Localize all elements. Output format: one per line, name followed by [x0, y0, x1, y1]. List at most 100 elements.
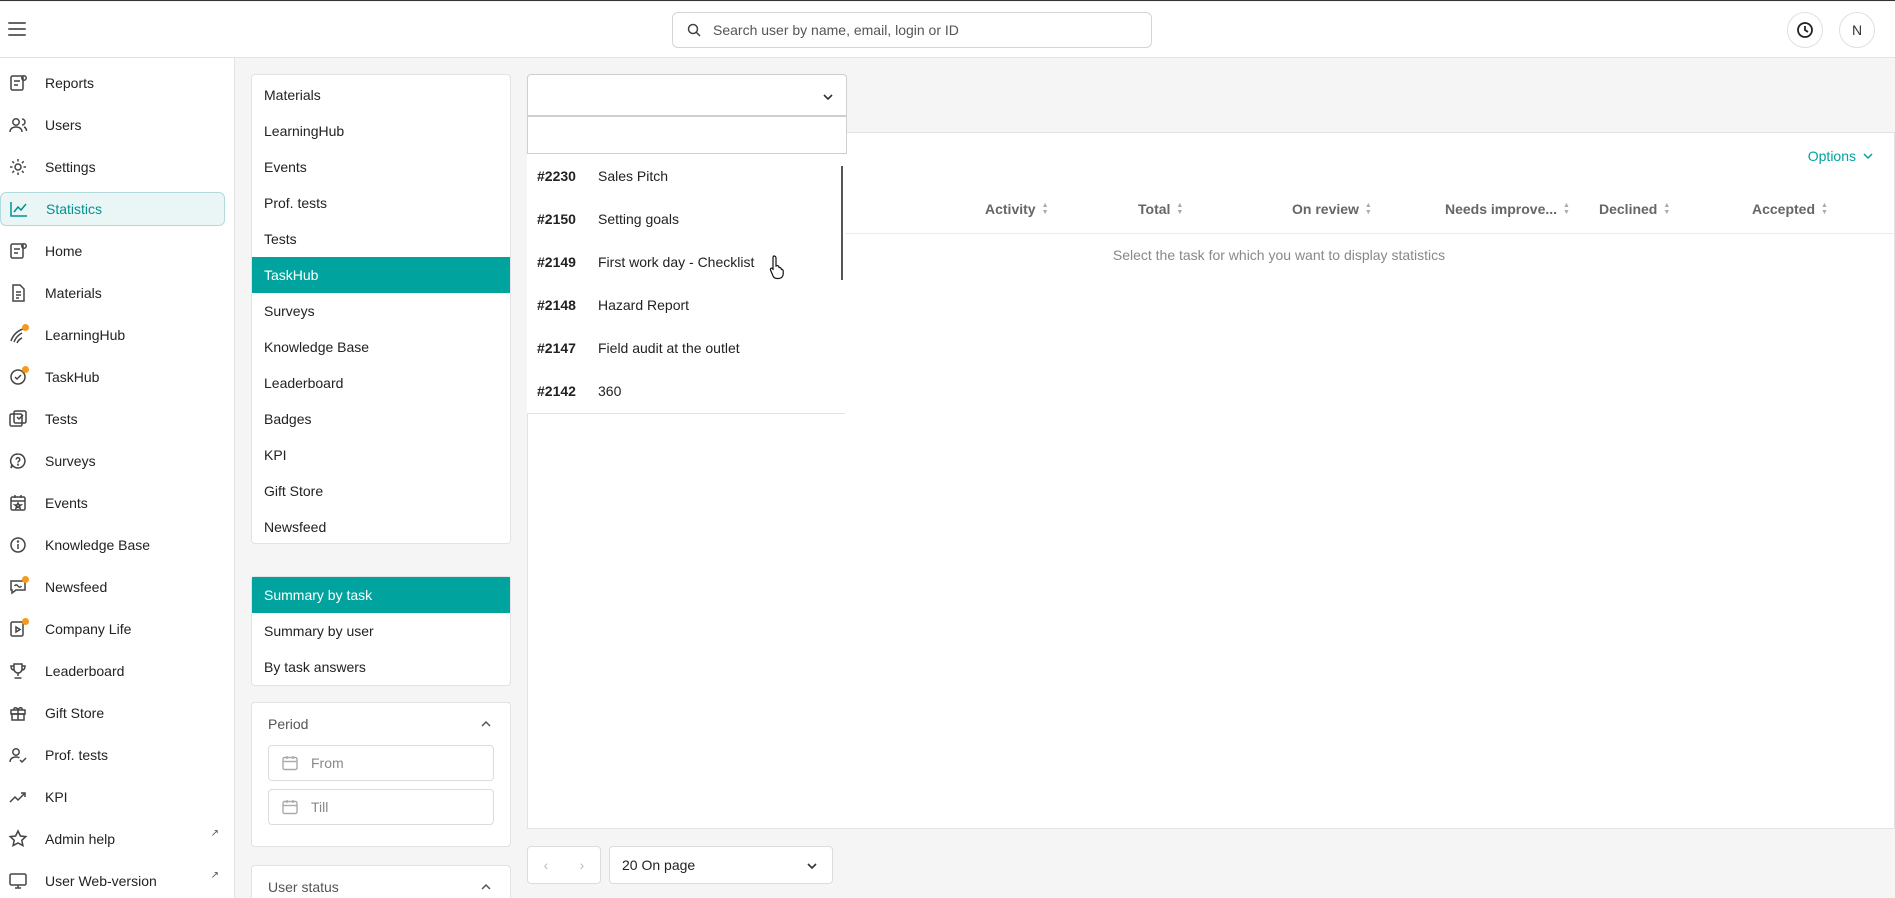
task-option[interactable]: #2150 Setting goals: [527, 197, 845, 240]
history-button[interactable]: [1787, 12, 1823, 48]
sidebar-item-materials[interactable]: Materials: [0, 276, 225, 310]
sort-icon: ▲ ▼: [1041, 202, 1049, 216]
sidebar-item-leaderboard[interactable]: Leaderboard: [0, 654, 225, 688]
sidebar-item-tests[interactable]: Tests: [0, 402, 225, 436]
sort-icon: ▲ ▼: [1563, 202, 1570, 216]
column-header-declined[interactable]: Declined ▲ ▼: [1599, 201, 1670, 217]
task-option[interactable]: #2149 First work day - Checklist: [527, 240, 845, 283]
task-option-name: First work day - Checklist: [598, 253, 755, 270]
sidebar-item-label: Statistics: [46, 201, 103, 217]
company-life-icon: [8, 618, 29, 639]
sidebar-item-label: Tests: [45, 411, 78, 427]
sidebar: Reports Users Settings Statistics Home Materi…: [0, 58, 235, 898]
sidebar-item-label: Events: [45, 495, 88, 511]
column-header-label: Activity: [985, 201, 1036, 217]
date-from-field[interactable]: From: [268, 745, 494, 781]
search-input[interactable]: [713, 22, 1133, 38]
task-option[interactable]: #2230 Sales Pitch: [527, 154, 845, 197]
info-icon: [8, 535, 28, 555]
chevron-up-icon: [481, 883, 491, 890]
sidebar-item-prof-tests[interactable]: Prof. tests: [0, 738, 225, 772]
section-item-newsfeed[interactable]: Newsfeed: [252, 509, 510, 545]
task-select[interactable]: [527, 74, 847, 116]
sidebar-item-label: Company Life: [45, 621, 132, 637]
users-icon: [8, 115, 28, 135]
chevron-down-icon: [1863, 153, 1873, 160]
sidebar-item-surveys[interactable]: Surveys: [0, 444, 225, 478]
view-list: Summary by task Summary by user By task an…: [251, 576, 511, 686]
dropdown-scrollbar[interactable]: [841, 166, 843, 280]
sidebar-item-admin-help[interactable]: Admin help ↗: [0, 822, 225, 856]
sidebar-item-home[interactable]: Home: [0, 234, 225, 268]
view-item-summary-by-user[interactable]: Summary by user: [252, 613, 510, 649]
column-header-needs-improve[interactable]: Needs improve... ▲ ▼: [1445, 201, 1570, 217]
user-status-filter: User status: [251, 865, 511, 898]
section-item-kpi[interactable]: KPI: [252, 437, 510, 473]
sidebar-item-label: Gift Store: [45, 705, 105, 721]
sidebar-item-newsfeed[interactable]: Newsfeed: [0, 570, 225, 604]
sort-icon: ▲ ▼: [1176, 202, 1184, 216]
section-item-events[interactable]: Events: [252, 149, 510, 185]
view-item-by-task-answers[interactable]: By task answers: [252, 649, 510, 685]
sidebar-item-kpi[interactable]: KPI: [0, 780, 225, 814]
task-option-id: #2149: [537, 253, 576, 270]
notification-dot: [22, 618, 29, 625]
per-page-value: 20 On page: [622, 857, 696, 873]
user-status-header[interactable]: User status: [252, 866, 510, 898]
sidebar-item-label: Materials: [45, 285, 102, 301]
column-header-on-review[interactable]: On review ▲ ▼: [1292, 201, 1372, 217]
section-item-gift-store[interactable]: Gift Store: [252, 473, 510, 509]
next-page-icon[interactable]: ›: [580, 857, 585, 873]
section-item-prof-tests[interactable]: Prof. tests: [252, 185, 510, 221]
notification-dot: [22, 576, 29, 583]
survey-icon: [8, 451, 28, 471]
column-header-accepted[interactable]: Accepted ▲ ▼: [1752, 201, 1828, 217]
sidebar-item-user-web-version[interactable]: User Web-version ↗: [0, 864, 225, 898]
options-button[interactable]: Options: [1808, 148, 1874, 164]
trophy-icon: [8, 661, 28, 681]
sidebar-item-label: Reports: [45, 75, 95, 91]
section-item-leaderboard[interactable]: Leaderboard: [252, 365, 510, 401]
sidebar-item-gift-store[interactable]: Gift Store: [0, 696, 225, 730]
date-till-placeholder: Till: [311, 799, 329, 815]
per-page-select[interactable]: 20 On page: [609, 846, 833, 884]
section-item-tests[interactable]: Tests: [252, 221, 510, 257]
section-item-taskhub[interactable]: TaskHub: [252, 257, 510, 293]
avatar[interactable]: N: [1839, 12, 1875, 48]
newsfeed-icon: [8, 576, 29, 597]
section-item-surveys[interactable]: Surveys: [252, 293, 510, 329]
user-search[interactable]: [672, 12, 1152, 48]
hamburger-menu-icon[interactable]: [8, 18, 28, 42]
task-option[interactable]: #2142 360: [527, 369, 845, 412]
sidebar-item-label: TaskHub: [45, 369, 100, 385]
sidebar-item-settings[interactable]: Settings: [0, 150, 225, 184]
view-item-summary-by-task[interactable]: Summary by task: [252, 577, 510, 613]
sidebar-item-taskhub[interactable]: TaskHub: [0, 360, 225, 394]
sidebar-item-company-life[interactable]: Company Life: [0, 612, 225, 646]
task-option-name: Field audit at the outlet: [598, 339, 740, 356]
date-till-field[interactable]: Till: [268, 789, 494, 825]
task-option-id: #2147: [537, 339, 576, 356]
section-item-learninghub[interactable]: LearningHub: [252, 113, 510, 149]
task-search-input[interactable]: [527, 116, 847, 154]
sidebar-item-knowledge-base[interactable]: Knowledge Base: [0, 528, 225, 562]
column-header-total[interactable]: Total ▲ ▼: [1138, 201, 1183, 217]
sidebar-item-events[interactable]: Events: [0, 486, 225, 520]
sidebar-item-reports[interactable]: Reports: [0, 66, 225, 100]
column-header-activity[interactable]: Activity ▲ ▼: [985, 201, 1049, 217]
column-header-label: On review: [1292, 201, 1359, 217]
section-item-badges[interactable]: Badges: [252, 401, 510, 437]
task-option[interactable]: #2147 Field audit at the outlet: [527, 326, 845, 369]
section-item-knowledge-base[interactable]: Knowledge Base: [252, 329, 510, 365]
task-option-name: Setting goals: [598, 210, 679, 227]
sort-icon: ▲ ▼: [1821, 202, 1828, 216]
section-item-materials[interactable]: Materials: [252, 77, 510, 113]
prev-page-icon[interactable]: ‹: [544, 857, 549, 873]
sidebar-item-users[interactable]: Users: [0, 108, 225, 142]
task-option-id: #2150: [537, 210, 576, 227]
sidebar-item-learninghub[interactable]: LearningHub: [0, 318, 225, 352]
external-link-icon: ↗: [210, 870, 219, 881]
sidebar-item-statistics[interactable]: Statistics: [0, 192, 225, 226]
task-option[interactable]: #2148 Hazard Report: [527, 283, 845, 326]
period-header[interactable]: Period: [252, 703, 510, 745]
